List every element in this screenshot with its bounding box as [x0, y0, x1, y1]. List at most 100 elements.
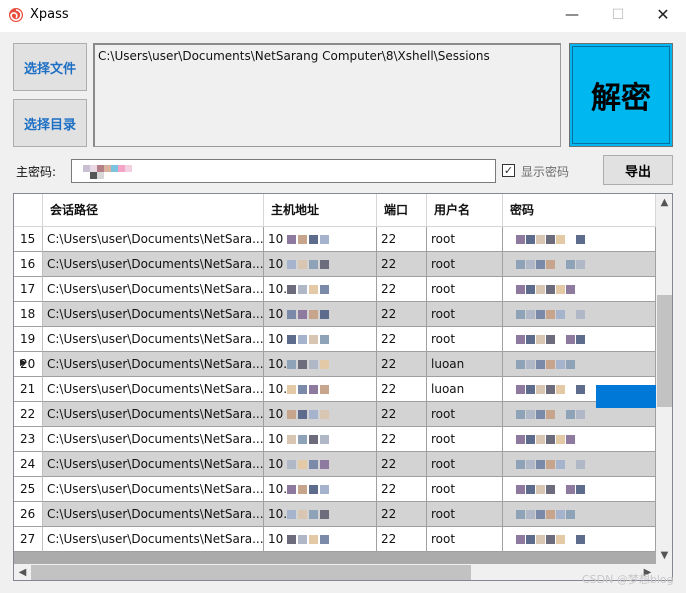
host-mask-pixel	[320, 310, 329, 319]
scroll-down-icon[interactable]: ▼	[656, 547, 672, 564]
cell-username[interactable]: luoan	[427, 377, 503, 402]
horizontal-scrollbar[interactable]: ◀ ▶	[14, 564, 656, 580]
table-row[interactable]: 27 C:\Users\user\Documents\NetSara... 10 22…	[14, 527, 656, 552]
cell-session-path[interactable]: C:\Users\user\Documents\NetSara...	[43, 252, 264, 277]
password-mask-pixel	[526, 360, 535, 369]
host-mask-pixel	[309, 235, 318, 244]
cell-session-path[interactable]: C:\Users\user\Documents\NetSara...	[43, 402, 264, 427]
cell-session-path[interactable]: C:\Users\user\Documents\NetSara...	[43, 452, 264, 477]
decrypt-button[interactable]: 解密	[569, 43, 673, 147]
cell-username[interactable]: root	[427, 452, 503, 477]
cell-port[interactable]: 22	[377, 477, 427, 502]
password-mask-pixel	[556, 310, 565, 319]
cell-username[interactable]: root	[427, 302, 503, 327]
table-row[interactable]: 15 C:\Users\user\Documents\NetSara... 10 22…	[14, 227, 656, 252]
scroll-left-icon[interactable]: ◀	[14, 564, 31, 580]
table-row[interactable]: 19 C:\Users\user\Documents\NetSara... 10 22…	[14, 327, 656, 352]
host-mask-pixel	[320, 460, 329, 469]
table-row[interactable]: 17 C:\Users\user\Documents\NetSara... 10. 2…	[14, 277, 656, 302]
password-mask-pixel	[536, 335, 545, 344]
grid-header: 会话路径 主机地址 端口 用户名 密码	[14, 194, 656, 227]
table-row[interactable]: 18 C:\Users\user\Documents\NetSara... 10 22…	[14, 302, 656, 327]
table-row[interactable]: 25 C:\Users\user\Documents\NetSara... 10. 2…	[14, 477, 656, 502]
cell-session-path[interactable]: C:\Users\user\Documents\NetSara...	[43, 502, 264, 527]
maximize-button[interactable]: ☐	[595, 0, 641, 32]
password-mask-pixel	[546, 385, 555, 394]
password-mask-pixel	[516, 285, 525, 294]
cell-username[interactable]: root	[427, 427, 503, 452]
host-mask-pixel	[309, 485, 318, 494]
scroll-up-icon[interactable]: ▲	[656, 194, 672, 211]
password-mask-pixel	[516, 385, 525, 394]
cell-port[interactable]: 22	[377, 227, 427, 252]
password-mask-pixel	[546, 460, 555, 469]
select-directory-button[interactable]: 选择目录	[13, 99, 87, 147]
header-password[interactable]: 密码	[503, 194, 656, 227]
table-row[interactable]: 23 C:\Users\user\Documents\NetSara... 10 22…	[14, 427, 656, 452]
host-mask-pixel	[309, 360, 318, 369]
cell-session-path[interactable]: C:\Users\user\Documents\NetSara...	[43, 527, 264, 552]
cell-username[interactable]: root	[427, 277, 503, 302]
select-file-button[interactable]: 选择文件	[13, 43, 87, 91]
cell-username[interactable]: luoan	[427, 352, 503, 377]
cell-port[interactable]: 22	[377, 452, 427, 477]
password-mask-pixel	[526, 310, 535, 319]
password-mask-pixel	[546, 260, 555, 269]
header-username[interactable]: 用户名	[427, 194, 503, 227]
cell-session-path[interactable]: C:\Users\user\Documents\NetSara...	[43, 327, 264, 352]
password-mask-pixel	[526, 385, 535, 394]
cell-session-path[interactable]: C:\Users\user\Documents\NetSara...	[43, 302, 264, 327]
host-mask-pixel	[287, 510, 296, 519]
cell-session-path[interactable]: C:\Users\user\Documents\NetSara...	[43, 227, 264, 252]
path-textbox[interactable]: C:\Users\user\Documents\NetSarang Comput…	[93, 43, 561, 147]
header-session-path[interactable]: 会话路径	[43, 194, 264, 227]
password-mask-pixel	[516, 360, 525, 369]
minimize-button[interactable]: —	[549, 0, 595, 32]
cell-port[interactable]: 22	[377, 527, 427, 552]
cell-username[interactable]: root	[427, 527, 503, 552]
password-mask-pixel	[536, 360, 545, 369]
cell-port[interactable]: 22	[377, 402, 427, 427]
cell-session-path[interactable]: C:\Users\user\Documents\NetSara...	[43, 352, 264, 377]
cell-session-path[interactable]: C:\Users\user\Documents\NetSara...	[43, 427, 264, 452]
cell-session-path[interactable]: C:\Users\user\Documents\NetSara...	[43, 477, 264, 502]
cell-port[interactable]: 22	[377, 427, 427, 452]
cell-username[interactable]: root	[427, 502, 503, 527]
cell-port[interactable]: 22	[377, 377, 427, 402]
cell-port[interactable]: 22	[377, 252, 427, 277]
sessions-grid[interactable]: 会话路径 主机地址 端口 用户名 密码 15 C:\Users\user\Docu…	[13, 193, 673, 581]
cell-username[interactable]: root	[427, 327, 503, 352]
export-button[interactable]: 导出	[603, 155, 673, 185]
title-bar: Xpass — ☐ ✕	[0, 0, 686, 32]
cell-port[interactable]: 22	[377, 502, 427, 527]
cell-port[interactable]: 22	[377, 352, 427, 377]
cell-session-path[interactable]: C:\Users\user\Documents\NetSara...	[43, 377, 264, 402]
cell-username[interactable]: root	[427, 227, 503, 252]
selected-password-cell[interactable]	[596, 385, 656, 408]
header-port[interactable]: 端口	[377, 194, 427, 227]
close-button[interactable]: ✕	[640, 0, 686, 32]
cell-username[interactable]: root	[427, 477, 503, 502]
password-mask-pixel	[546, 535, 555, 544]
header-host[interactable]: 主机地址	[264, 194, 377, 227]
table-row[interactable]: 20 C:\Users\user\Documents\NetSara... 10. 2…	[14, 352, 656, 377]
table-row[interactable]: 21 C:\Users\user\Documents\NetSara... 10. 2…	[14, 377, 656, 402]
cell-port[interactable]: 22	[377, 327, 427, 352]
password-mask-pixel	[576, 385, 585, 394]
cell-session-path[interactable]: C:\Users\user\Documents\NetSara...	[43, 277, 264, 302]
cell-username[interactable]: root	[427, 402, 503, 427]
table-row[interactable]: 24 C:\Users\user\Documents\NetSara... 10 22…	[14, 452, 656, 477]
table-row[interactable]: 16 C:\Users\user\Documents\NetSara... 10 22…	[14, 252, 656, 277]
cell-port[interactable]: 22	[377, 277, 427, 302]
password-mask-pixel	[546, 435, 555, 444]
cell-port[interactable]: 22	[377, 302, 427, 327]
password-mask-pixel	[516, 435, 525, 444]
vertical-scroll-thumb[interactable]	[657, 295, 672, 407]
password-mask-pixel	[516, 510, 525, 519]
show-password-checkbox[interactable]: ✓	[502, 164, 515, 177]
horizontal-scroll-thumb[interactable]	[31, 565, 471, 580]
cell-username[interactable]: root	[427, 252, 503, 277]
table-row[interactable]: 22 C:\Users\user\Documents\NetSara... 10 22…	[14, 402, 656, 427]
vertical-scrollbar[interactable]: ▲ ▼	[656, 194, 672, 564]
table-row[interactable]: 26 C:\Users\user\Documents\NetSara... 10. 2…	[14, 502, 656, 527]
